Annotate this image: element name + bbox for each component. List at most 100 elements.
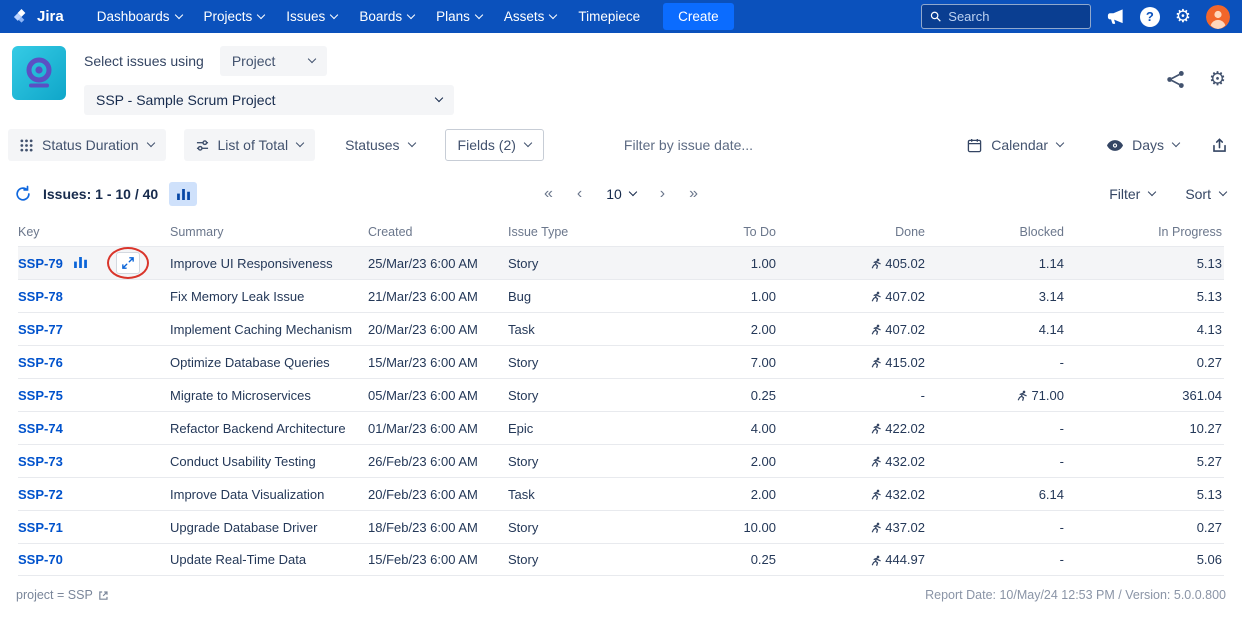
row-chart-button[interactable] xyxy=(72,255,89,270)
filter-dropdown[interactable]: Filter xyxy=(1107,180,1157,208)
column-created[interactable]: Created xyxy=(368,225,508,239)
page-size-dropdown[interactable]: 10 xyxy=(606,186,638,202)
days-dropdown[interactable]: Days xyxy=(1095,129,1191,161)
fields-dropdown[interactable]: Fields (2) xyxy=(444,129,544,161)
chevron-down-icon xyxy=(146,138,155,148)
issue-date-filter-input[interactable] xyxy=(623,137,854,153)
issue-blocked: 6.14 xyxy=(1038,486,1064,502)
next-page-button[interactable]: › xyxy=(660,186,665,202)
issue-type: Story xyxy=(508,519,539,535)
statuses-dropdown[interactable]: Statuses xyxy=(333,129,426,161)
issue-blocked: - xyxy=(1059,552,1064,567)
announcement-icon[interactable] xyxy=(1106,7,1125,26)
search-input[interactable] xyxy=(948,9,1082,24)
issue-in-progress: 5.13 xyxy=(1196,255,1222,271)
issue-key-link[interactable]: SSP-78 xyxy=(18,289,63,304)
export-icon[interactable] xyxy=(1211,137,1228,154)
issue-key-link[interactable]: SSP-73 xyxy=(18,454,63,469)
issue-created: 15/Feb/23 6:00 AM xyxy=(368,552,478,567)
nav-dashboards[interactable]: Dashboards xyxy=(86,0,193,33)
issue-todo: 2.00 xyxy=(750,453,776,469)
nav-plans[interactable]: Plans xyxy=(425,0,493,33)
column-summary[interactable]: Summary xyxy=(170,225,368,239)
issue-todo: 0.25 xyxy=(750,552,776,567)
calendar-dropdown[interactable]: Calendar xyxy=(955,129,1075,161)
table-row[interactable]: SSP-74 Refactor Backend Architecture 01/… xyxy=(18,411,1224,444)
nav-timepiece[interactable]: Timepiece xyxy=(567,0,651,33)
chevron-down-icon xyxy=(308,54,317,64)
column-blocked[interactable]: Blocked xyxy=(925,225,1064,239)
table-row[interactable]: SSP-73 Conduct Usability Testing 26/Feb/… xyxy=(18,444,1224,477)
sprint-runner-icon xyxy=(870,456,882,468)
settings-gear-icon[interactable]: ⚙ xyxy=(1175,7,1191,26)
list-of-total-dropdown[interactable]: List of Total xyxy=(183,129,316,161)
issue-source-dropdown[interactable]: Project xyxy=(219,46,328,76)
issue-key-link[interactable]: SSP-71 xyxy=(18,520,63,535)
table-row[interactable]: SSP-75 Migrate to Microservices 05/Mar/2… xyxy=(18,378,1224,411)
global-search[interactable] xyxy=(920,4,1091,29)
sort-dropdown[interactable]: Sort xyxy=(1183,180,1228,208)
table-row[interactable]: SSP-70 Update Real-Time Data 15/Feb/23 6… xyxy=(18,543,1224,576)
issue-key-link[interactable]: SSP-74 xyxy=(18,421,63,436)
webcam-icon xyxy=(26,57,52,88)
issue-type: Story xyxy=(508,354,539,370)
sprint-runner-icon xyxy=(870,291,882,303)
chevron-down-icon xyxy=(1148,187,1157,197)
column-done[interactable]: Done xyxy=(776,225,925,239)
issue-summary: Improve Data Visualization xyxy=(170,486,325,502)
table-row[interactable]: SSP-71 Upgrade Database Driver 18/Feb/23… xyxy=(18,510,1224,543)
row-expand-button[interactable] xyxy=(116,252,140,274)
first-page-button[interactable]: « xyxy=(544,186,553,202)
nav-assets[interactable]: Assets xyxy=(493,0,568,33)
search-icon xyxy=(930,11,941,22)
column-issue-type[interactable]: Issue Type xyxy=(508,225,648,239)
chart-view-button[interactable] xyxy=(169,182,198,206)
column-in-progress[interactable]: In Progress xyxy=(1064,225,1222,239)
report-toolbar: Status Duration List of Total Statuses F… xyxy=(0,127,1242,173)
nav-issues[interactable]: Issues xyxy=(275,0,348,33)
issues-pagination-bar: Issues: 1 - 10 / 40 « ‹ 10 › » Filter So… xyxy=(0,173,1242,217)
select-issues-label: Select issues using xyxy=(84,53,204,69)
nav-boards[interactable]: Boards xyxy=(348,0,425,33)
issue-key-link[interactable]: SSP-70 xyxy=(18,552,63,567)
nav-label: Plans xyxy=(436,9,470,24)
last-page-button[interactable]: » xyxy=(689,186,698,202)
column-todo[interactable]: To Do xyxy=(648,225,776,239)
chevron-down-icon xyxy=(549,10,558,19)
table-row[interactable]: SSP-76 Optimize Database Queries 15/Mar/… xyxy=(18,345,1224,378)
issue-in-progress: 4.13 xyxy=(1196,321,1222,337)
table-row[interactable]: SSP-77 Implement Caching Mechanism 20/Ma… xyxy=(18,312,1224,345)
table-row[interactable]: SSP-78 Fix Memory Leak Issue 21/Mar/23 6… xyxy=(18,279,1224,312)
issue-created: 20/Feb/23 6:00 AM xyxy=(368,486,478,502)
table-row[interactable]: SSP-72 Improve Data Visualization 20/Feb… xyxy=(18,477,1224,510)
issue-type: Story xyxy=(508,552,539,567)
report-filter-link[interactable]: project = SSP xyxy=(16,588,109,602)
issue-key-link[interactable]: SSP-79 xyxy=(18,256,63,271)
jira-logo[interactable]: Jira xyxy=(12,7,64,26)
issue-key-link[interactable]: SSP-72 xyxy=(18,487,63,502)
issue-created: 01/Mar/23 6:00 AM xyxy=(368,420,478,436)
report-settings-gear-icon[interactable]: ⚙ xyxy=(1209,70,1226,89)
column-key[interactable]: Key xyxy=(18,225,72,239)
nav-projects[interactable]: Projects xyxy=(193,0,276,33)
issue-summary: Optimize Database Queries xyxy=(170,354,330,370)
issue-key-link[interactable]: SSP-77 xyxy=(18,322,63,337)
issue-todo: 2.00 xyxy=(750,486,776,502)
table-row[interactable]: SSP-79 Improve UI Responsiveness 25/Mar/… xyxy=(18,246,1224,279)
help-icon[interactable]: ? xyxy=(1139,6,1160,27)
refresh-icon[interactable] xyxy=(14,185,32,203)
calendar-icon xyxy=(968,138,982,152)
issue-blocked: - xyxy=(1059,354,1064,370)
issue-key-link[interactable]: SSP-75 xyxy=(18,388,63,403)
issue-key-link[interactable]: SSP-76 xyxy=(18,355,63,370)
project-dropdown[interactable]: SSP - Sample Scrum Project xyxy=(84,85,454,115)
prev-page-button[interactable]: ‹ xyxy=(577,186,582,202)
issue-blocked: - xyxy=(1059,519,1064,535)
status-duration-dropdown[interactable]: Status Duration xyxy=(8,129,166,161)
issue-summary: Fix Memory Leak Issue xyxy=(170,288,305,304)
nav-label: Boards xyxy=(359,9,403,24)
share-icon[interactable] xyxy=(1166,70,1185,89)
chevron-down-icon xyxy=(257,10,266,19)
user-avatar[interactable] xyxy=(1206,4,1230,29)
create-button[interactable]: Create xyxy=(663,3,734,30)
